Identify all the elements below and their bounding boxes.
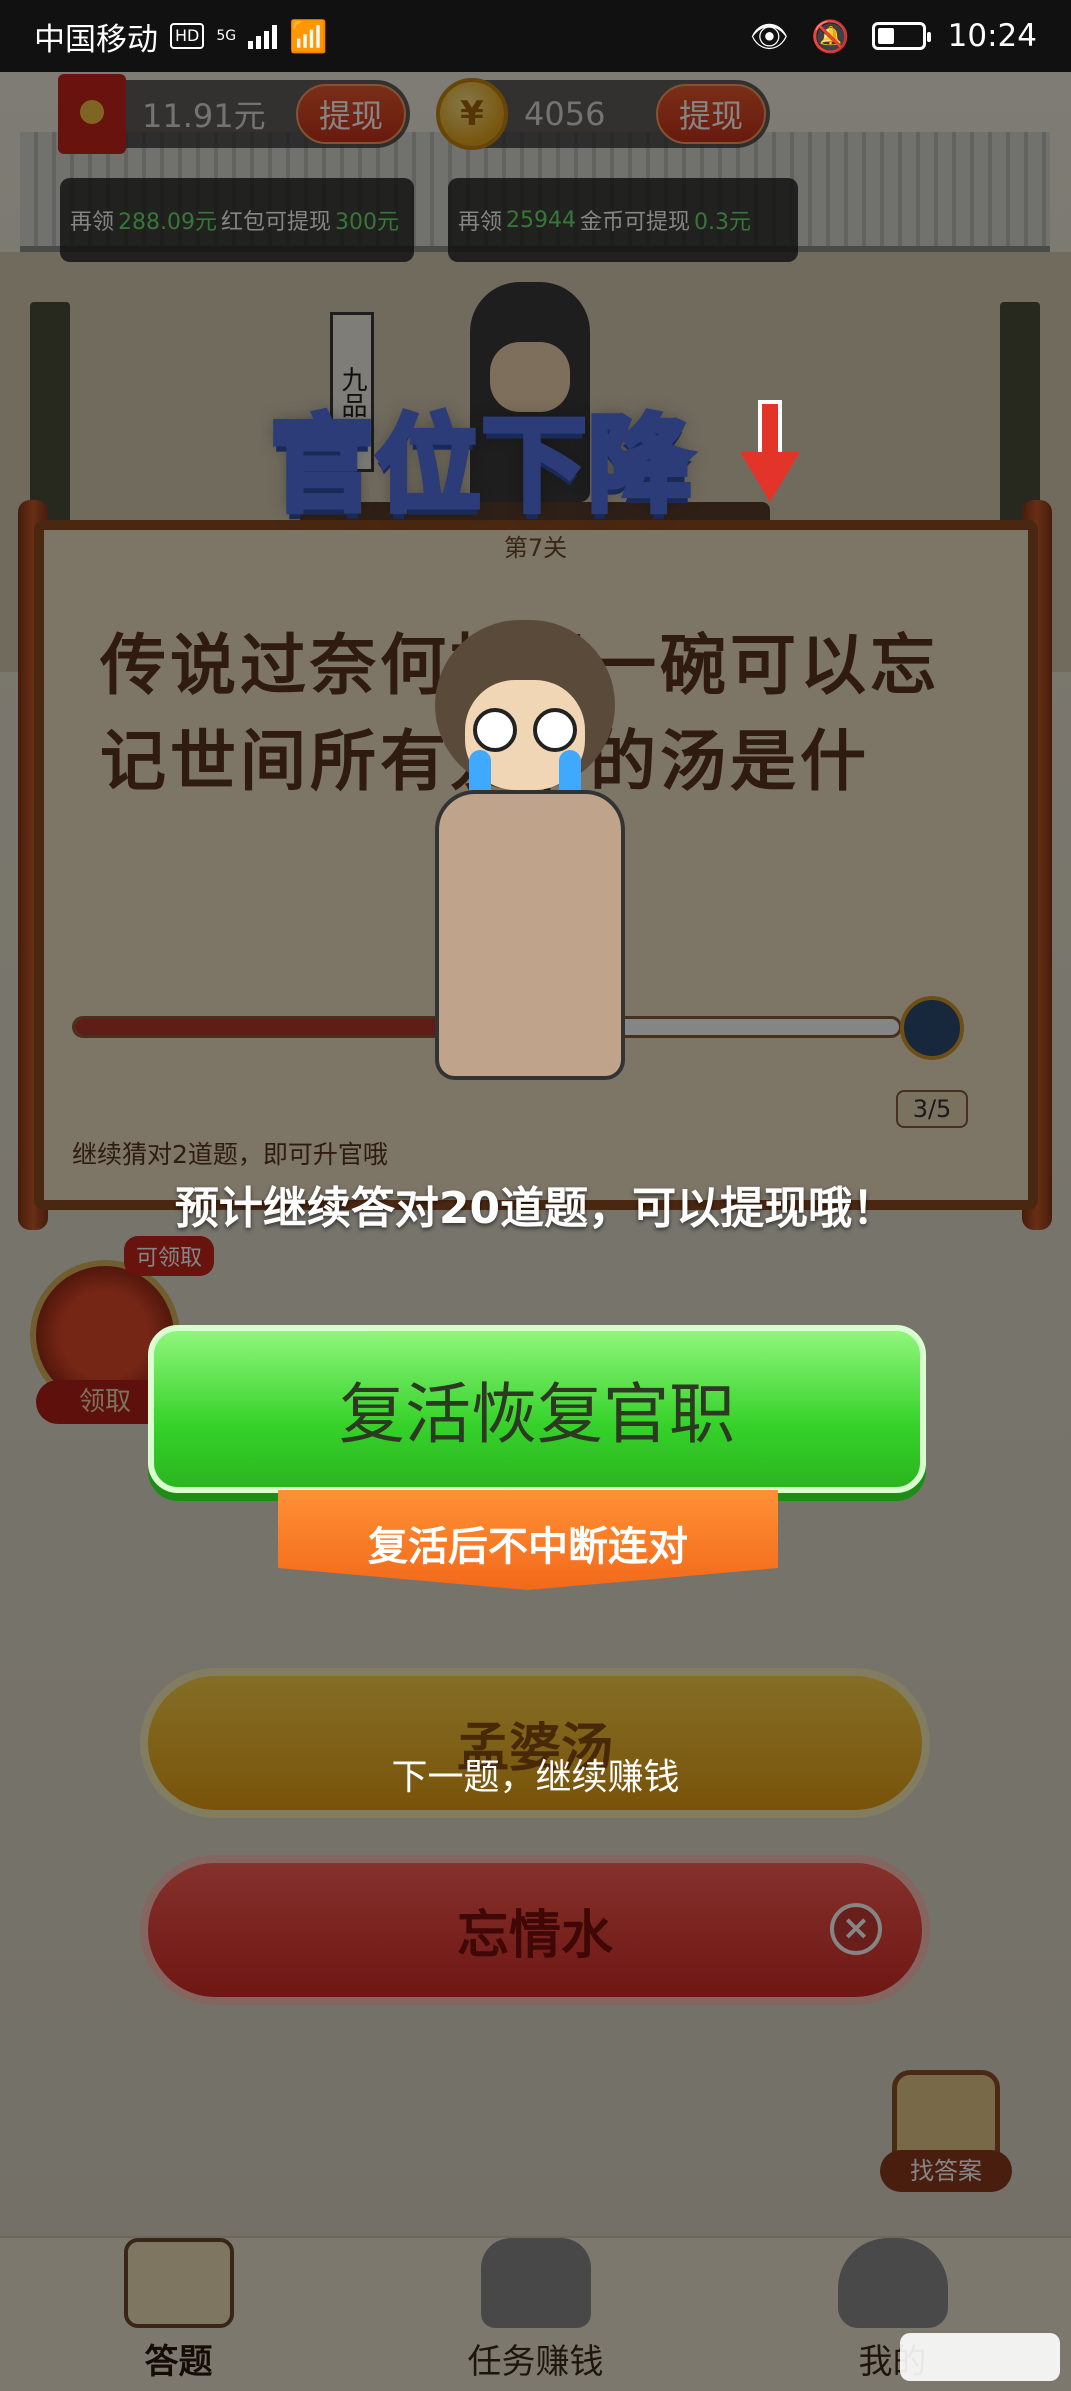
wifi-icon: 📶 bbox=[289, 18, 328, 55]
revive-button[interactable]: 复活恢复官职 bbox=[148, 1325, 926, 1493]
crying-character bbox=[395, 600, 675, 1100]
revive-note-label: 复活后不中断连对 bbox=[368, 1524, 688, 1570]
carrier-label: 中国移动 bbox=[34, 21, 158, 58]
demotion-title: 官位下降 bbox=[267, 401, 695, 529]
clock: 10:24 bbox=[947, 18, 1037, 54]
mute-icon: 🔕 bbox=[811, 18, 850, 55]
revive-button-label: 复活恢复官职 bbox=[339, 1376, 735, 1453]
withdraw-hint: 预计继续答对20道题，可以提现哦！ bbox=[174, 1183, 897, 1234]
watermark-logo bbox=[900, 2333, 1060, 2381]
next-question-link[interactable]: 下一题，继续赚钱 bbox=[0, 1748, 1071, 1800]
status-bar: 中国移动 HD 5G 📶 👁 🔕 10:24 bbox=[0, 0, 1071, 72]
network-label: 5G bbox=[216, 28, 237, 44]
eye-icon: 👁 bbox=[749, 18, 790, 55]
arrow-down-icon bbox=[740, 400, 800, 510]
hd-badge: HD bbox=[170, 23, 205, 49]
battery-icon bbox=[871, 22, 931, 50]
signal-icon bbox=[248, 23, 278, 49]
